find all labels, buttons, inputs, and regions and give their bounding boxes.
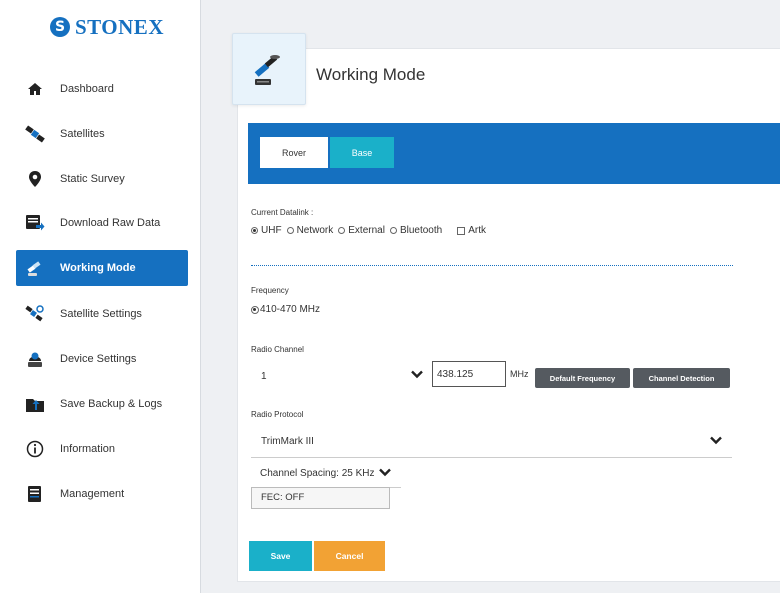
folder-upload-icon xyxy=(24,393,46,415)
device-settings-icon xyxy=(24,348,46,370)
radio-indicator xyxy=(286,227,294,234)
gnss-receiver-icon xyxy=(232,33,306,105)
tab-base[interactable]: Base xyxy=(330,137,394,168)
info-icon xyxy=(24,438,46,460)
sidebar-item-label: Static Survey xyxy=(60,173,125,185)
chevron-down-icon xyxy=(710,436,722,448)
sidebar-item-label: Management xyxy=(60,488,125,500)
satellite-settings-icon xyxy=(24,303,46,325)
radio-label: Network xyxy=(296,225,334,236)
house-icon xyxy=(24,78,46,100)
cancel-button[interactable]: Cancel xyxy=(314,541,385,571)
frequency-option[interactable]: 410-470 MHz xyxy=(251,304,320,315)
chevron-down-icon xyxy=(411,370,423,382)
logo-mark: S xyxy=(50,17,70,37)
sidebar-item-satellites[interactable]: Satellites xyxy=(16,116,188,152)
mhz-unit-label: MHz xyxy=(510,369,529,379)
checkbox-indicator xyxy=(457,226,466,235)
sidebar-item-management[interactable]: Management xyxy=(16,476,188,512)
sidebar-item-static-survey[interactable]: Static Survey xyxy=(16,161,188,197)
tab-rover[interactable]: Rover xyxy=(260,137,328,168)
radio-network[interactable]: Network xyxy=(286,225,334,236)
map-pin-icon xyxy=(24,168,46,190)
radio-indicator xyxy=(338,227,346,234)
radio-protocol-select[interactable]: TrimMark III xyxy=(251,428,732,458)
sidebar-item-label: Satellite Settings xyxy=(60,308,142,320)
sidebar-item-information[interactable]: Information xyxy=(16,431,188,467)
radio-indicator xyxy=(389,227,397,234)
radio-bluetooth[interactable]: Bluetooth xyxy=(389,225,443,236)
sidebar-item-label: Download Raw Data xyxy=(60,217,161,229)
radio-channel-select[interactable]: 1 xyxy=(251,364,429,388)
management-icon xyxy=(24,483,46,505)
radio-uhf[interactable]: UHF xyxy=(251,225,282,236)
radio-indicator xyxy=(251,227,258,234)
sidebar-item-label: Device Settings xyxy=(60,353,137,365)
frequency-label: Frequency xyxy=(251,286,289,295)
radio-external[interactable]: External xyxy=(338,225,385,236)
channel-spacing-value: Channel Spacing: 25 KHz xyxy=(260,468,375,479)
sidebar-item-satellite-settings[interactable]: Satellite Settings xyxy=(16,296,188,332)
save-button[interactable]: Save xyxy=(249,541,312,571)
radio-channel-label: Radio Channel xyxy=(251,345,304,354)
channel-detection-button[interactable]: Channel Detection xyxy=(633,368,730,388)
page-title: Working Mode xyxy=(316,65,426,84)
stonex-logo: S STONEX xyxy=(50,12,164,42)
checkbox-label: Artk xyxy=(468,225,486,236)
sidebar-item-working-mode[interactable]: Working Mode xyxy=(16,250,188,286)
sidebar: S STONEX Dashboard Satellites Static Sur… xyxy=(0,0,201,593)
sidebar-item-label: Save Backup & Logs xyxy=(60,398,163,410)
fec-field[interactable]: FEC: OFF xyxy=(251,487,390,509)
frequency-value: 410-470 MHz xyxy=(260,304,321,315)
chevron-down-icon xyxy=(379,468,391,480)
radio-channel-value: 1 xyxy=(261,370,267,382)
sidebar-item-label: Satellites xyxy=(60,128,105,140)
radio-indicator xyxy=(251,305,259,314)
sidebar-item-label: Dashboard xyxy=(60,83,114,95)
radio-protocol-value: TrimMark III xyxy=(261,436,314,447)
radio-protocol-label: Radio Protocol xyxy=(251,410,304,419)
download-icon xyxy=(24,212,46,234)
datalink-radio-group: UHF Network External Bluetooth Artk xyxy=(251,225,491,236)
channel-frequency-input[interactable] xyxy=(432,361,506,387)
sidebar-item-save-backup-logs[interactable]: Save Backup & Logs xyxy=(16,386,188,422)
logo-text: STONEX xyxy=(75,14,164,39)
gnss-receiver-icon xyxy=(24,257,46,279)
current-datalink-label: Current Datalink : xyxy=(251,208,314,217)
sidebar-item-device-settings[interactable]: Device Settings xyxy=(16,341,188,377)
radio-label: UHF xyxy=(261,225,282,236)
checkbox-artk[interactable]: Artk xyxy=(447,225,486,236)
default-frequency-button[interactable]: Default Frequency xyxy=(535,368,630,388)
radio-label: External xyxy=(348,225,385,236)
channel-spacing-select[interactable]: Channel Spacing: 25 KHz xyxy=(251,459,401,488)
sidebar-item-label: Information xyxy=(60,443,116,455)
satellite-icon xyxy=(24,123,46,145)
sidebar-item-dashboard[interactable]: Dashboard xyxy=(16,71,188,107)
sidebar-item-download-raw-data[interactable]: Download Raw Data xyxy=(16,205,188,241)
divider xyxy=(251,265,733,266)
sidebar-item-label: Working Mode xyxy=(60,262,136,274)
radio-label: Bluetooth xyxy=(399,225,443,236)
